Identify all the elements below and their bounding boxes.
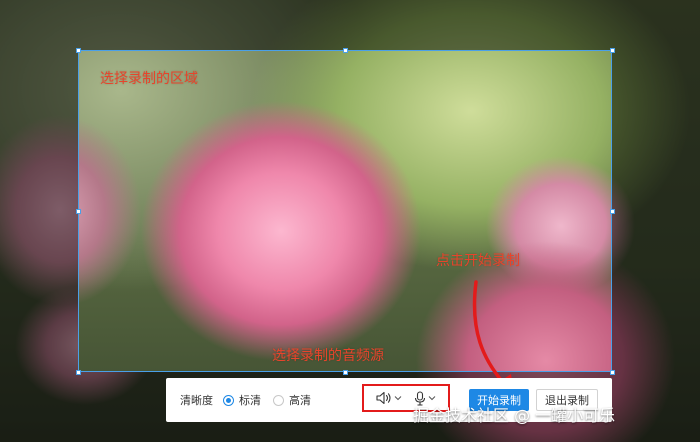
quality-option-label: 高清 xyxy=(289,394,311,407)
radio-checked-icon xyxy=(223,394,234,406)
annotation-click-start: 点击开始录制 xyxy=(436,253,520,269)
radio-unchecked-icon xyxy=(273,394,284,406)
resize-handle-top[interactable] xyxy=(343,48,348,53)
selection-region[interactable] xyxy=(78,50,612,372)
chevron-down-icon xyxy=(394,396,402,401)
resize-handle-bottom[interactable] xyxy=(343,370,348,375)
annotation-select-audio: 选择录制的音频源 xyxy=(272,348,384,364)
watermark-text: 掘金技术社区 @ 一罐小可乐 xyxy=(413,406,616,425)
speaker-dropdown[interactable] xyxy=(376,391,402,405)
resize-handle-left[interactable] xyxy=(76,209,81,214)
resize-handle-top-left[interactable] xyxy=(76,48,81,53)
resize-handle-top-right[interactable] xyxy=(610,48,615,53)
quality-option-standard[interactable]: 标清 xyxy=(223,392,261,408)
resize-handle-bottom-right[interactable] xyxy=(610,370,615,375)
quality-option-label: 标清 xyxy=(239,394,261,407)
quality-option-high[interactable]: 高清 xyxy=(273,392,311,408)
resize-handle-bottom-left[interactable] xyxy=(76,370,81,375)
resize-handle-right[interactable] xyxy=(610,209,615,214)
speaker-icon xyxy=(376,391,391,405)
quality-label: 清晰度 xyxy=(180,394,213,407)
annotation-select-region: 选择录制的区域 xyxy=(100,71,198,87)
chevron-down-icon xyxy=(428,396,436,401)
